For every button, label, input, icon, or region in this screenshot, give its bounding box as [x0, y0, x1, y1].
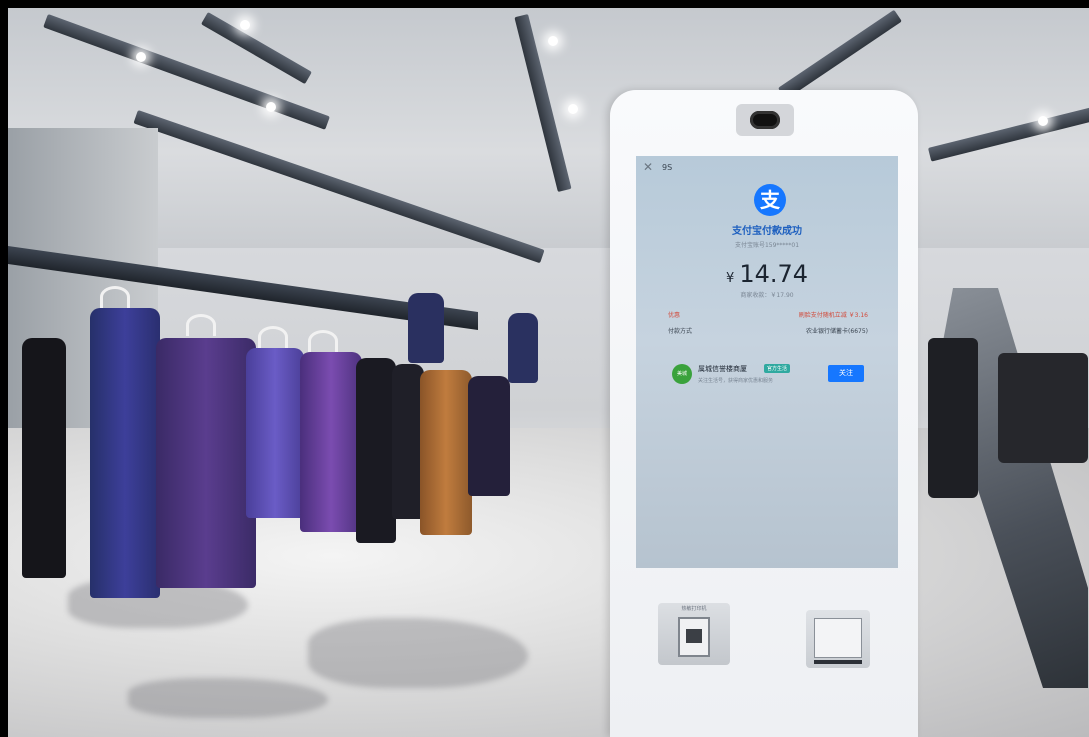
- merchant-card[interactable]: 美城 属城信誉楼商厦 官方生活 关注生活号，获得商家优惠和服务 关注: [672, 358, 868, 392]
- ceiling-lamp: [240, 20, 250, 30]
- garment: [22, 338, 66, 578]
- merchant-logo-icon: 美城: [672, 364, 692, 384]
- follow-button[interactable]: 关注: [828, 365, 864, 382]
- ceiling-lamp: [1038, 116, 1048, 126]
- barcode-scanner: [806, 610, 870, 668]
- garment: [420, 370, 472, 535]
- garment: [508, 313, 538, 383]
- garment: [246, 348, 304, 518]
- store-background: [8, 8, 1089, 737]
- merchant-description: 关注生活号，获得商家优惠和服务: [698, 378, 774, 384]
- payment-success-title: 支付宝付款成功: [732, 226, 802, 237]
- garment: [928, 338, 978, 498]
- payment-method-value: 农业银行储蓄卡(6675): [806, 328, 868, 335]
- scanner-window-icon: [814, 618, 862, 658]
- garment: [408, 293, 444, 363]
- garment: [468, 376, 510, 496]
- countdown-timer: 9S: [662, 163, 673, 172]
- ceiling-lamp: [266, 102, 276, 112]
- discount-value: 刷脸支付随机立减 ￥3.16: [798, 312, 868, 319]
- camera-icon: [750, 111, 780, 129]
- ceiling-lamp: [548, 36, 558, 46]
- scanner-bar: [814, 660, 862, 664]
- ceiling-lamp: [568, 104, 578, 114]
- payment-kiosk: ✕ 9S 支 支付宝付款成功 支付宝账号159*****01 ¥ 14.74 商…: [610, 90, 918, 737]
- ceiling-lamp: [136, 52, 146, 62]
- paid-amount: ¥ 14.74: [636, 260, 898, 288]
- printer-slot: [678, 617, 710, 657]
- garment: [156, 338, 256, 588]
- merchant-name: 属城信誉楼商厦: [698, 365, 747, 373]
- receipt-printer: 热敏打印机: [658, 603, 730, 665]
- close-icon[interactable]: ✕: [643, 160, 653, 174]
- garment: [998, 353, 1088, 463]
- garment: [356, 358, 396, 543]
- discount-label: 优惠: [668, 312, 681, 319]
- camera-housing: [736, 104, 794, 136]
- kiosk-screen: ✕ 9S 支 支付宝付款成功 支付宝账号159*****01 ¥ 14.74 商…: [636, 156, 898, 568]
- amount-value: 14.74: [739, 260, 809, 288]
- printer-label: 热敏打印机: [681, 606, 707, 612]
- payment-method-label: 付款方式: [668, 328, 693, 335]
- alipay-logo-icon: 支: [754, 184, 786, 216]
- original-price: 商家收款：￥17.90: [740, 292, 794, 299]
- garment: [90, 308, 160, 598]
- garment: [300, 352, 362, 532]
- account-number: 支付宝账号159*****01: [734, 242, 800, 249]
- currency-symbol: ¥: [725, 271, 735, 286]
- merchant-tag-badge: 官方生活: [764, 364, 791, 373]
